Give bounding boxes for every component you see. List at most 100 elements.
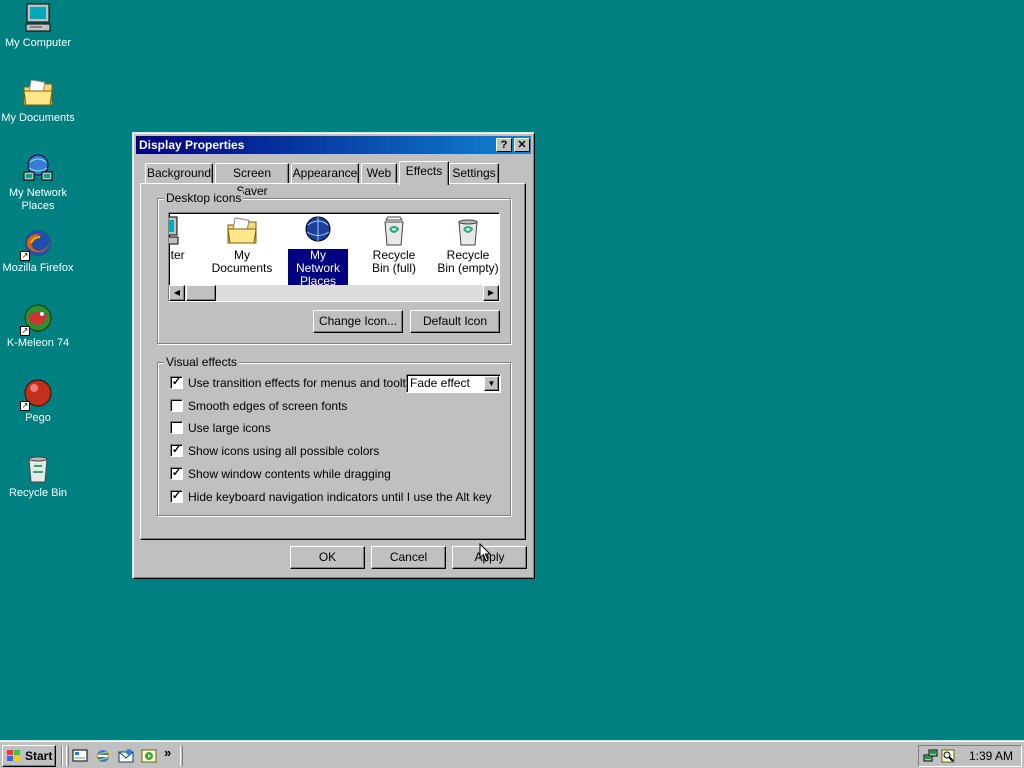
chevron-down-icon: ▼: [487, 379, 496, 388]
option-all-colors[interactable]: ✓ Show icons using all possible colors: [170, 443, 410, 459]
list-item-label: Recycle Bin (full): [371, 248, 416, 275]
title-bar[interactable]: Display Properties ? ✕: [136, 136, 531, 154]
outlook-express-icon[interactable]: [118, 748, 134, 764]
desktop-icon-mozilla-firefox[interactable]: ↗ Mozilla Firefox: [0, 227, 76, 275]
quicklaunch-overflow-button[interactable]: »: [164, 746, 176, 764]
group-title: Visual effects: [164, 355, 239, 369]
mouse-pointer-icon: [479, 543, 492, 562]
recycle-bin-empty-icon: [452, 215, 484, 247]
scroll-right-button[interactable]: ▶: [483, 285, 499, 301]
desktop-icons-list[interactable]: mputer My Documents My Network Places: [168, 212, 500, 302]
option-window-contents-dragging[interactable]: ✓ Show window contents while dragging: [170, 466, 410, 482]
option-label: Smooth edges of screen fonts: [188, 399, 348, 413]
close-icon: ✕: [517, 139, 527, 151]
tab-background[interactable]: Background: [145, 163, 213, 183]
shortcut-arrow-icon: ↗: [20, 401, 30, 411]
list-item-my-documents[interactable]: My Documents: [205, 215, 279, 275]
desktop-icon-label: Pego: [25, 412, 51, 424]
tab-label: Web: [366, 166, 392, 180]
windows-media-icon[interactable]: [141, 748, 157, 764]
button-label: OK: [318, 550, 337, 564]
all-colors-checkbox[interactable]: ✓: [170, 444, 183, 457]
default-icon-button[interactable]: Default Icon: [410, 310, 500, 333]
desktop-icon-pego[interactable]: ↗ Pego: [0, 377, 76, 425]
option-transition-effects[interactable]: ✓ Use transition effects for menus and t…: [170, 375, 421, 391]
list-item-label: mputer: [169, 248, 185, 262]
select-value: Fade effect: [410, 376, 470, 390]
arrow-left-icon: ◀: [173, 288, 181, 297]
window-contents-dragging-checkbox[interactable]: ✓: [170, 467, 183, 480]
list-item-my-computer[interactable]: mputer: [169, 215, 203, 262]
desktop-icon-my-computer[interactable]: My Computer: [0, 2, 76, 50]
tab-label: Background: [146, 166, 212, 180]
visual-effects-group: Visual effects ✓ Use transition effects …: [157, 355, 511, 516]
tab-screen-saver[interactable]: Screen Saver: [215, 163, 289, 198]
chevron-right-icon: »: [164, 745, 172, 760]
tab-label: Effects: [405, 164, 443, 178]
hide-keyboard-indicators-checkbox[interactable]: ✓: [170, 490, 183, 503]
close-button[interactable]: ✕: [514, 138, 530, 152]
help-button[interactable]: ?: [496, 138, 512, 152]
tab-effects[interactable]: Effects: [399, 161, 449, 185]
network-tray-icon[interactable]: [923, 748, 939, 764]
desktop-icons-group: Desktop icons mputer My Documents: [157, 191, 511, 344]
option-label: Show icons using all possible colors: [188, 444, 380, 458]
help-icon: ?: [500, 139, 508, 151]
start-button[interactable]: Start: [2, 745, 56, 767]
effects-panel: Desktop icons mputer My Documents: [140, 183, 526, 540]
recycle-bin-full-icon: [378, 215, 410, 247]
folder-icon: [22, 77, 54, 109]
option-label: Hide keyboard navigation indicators unti…: [188, 490, 492, 504]
computer-icon: [169, 215, 182, 247]
windows-logo-icon: [7, 750, 20, 761]
group-title: Desktop icons: [164, 191, 244, 205]
smooth-edges-checkbox[interactable]: [170, 399, 183, 412]
scroll-thumb[interactable]: [186, 285, 216, 301]
option-large-icons[interactable]: Use large icons: [170, 420, 410, 436]
show-desktop-icon[interactable]: [72, 748, 88, 764]
network-icon: [302, 215, 334, 247]
desktop-icon-recycle-bin[interactable]: Recycle Bin: [0, 452, 76, 500]
option-smooth-edges[interactable]: Smooth edges of screen fonts: [170, 398, 410, 414]
clock[interactable]: 1:39 AM: [969, 749, 1013, 764]
taskbar-separator: [61, 746, 63, 766]
desktop-icon-label: Recycle Bin: [8, 487, 68, 499]
pego-icon: ↗: [20, 377, 54, 411]
computer-icon: [22, 2, 54, 34]
button-label: Change Icon...: [318, 314, 398, 328]
list-item-my-network-places[interactable]: My Network Places: [281, 215, 355, 289]
taskbar-separator: [180, 746, 183, 766]
option-label: Use transition effects for menus and too…: [188, 376, 422, 390]
tab-settings[interactable]: Settings: [449, 163, 499, 183]
desktop-icon-label: Mozilla Firefox: [2, 262, 74, 274]
button-label: Cancel: [389, 550, 428, 564]
ok-button[interactable]: OK: [290, 546, 365, 569]
transition-effects-checkbox[interactable]: ✓: [170, 376, 183, 389]
tab-appearance[interactable]: Appearance: [291, 163, 359, 183]
desktop-icon-k-meleon[interactable]: ↗ K-Meleon 74: [0, 302, 76, 350]
change-icon-button[interactable]: Change Icon...: [313, 310, 403, 333]
internet-explorer-icon[interactable]: [95, 748, 111, 764]
option-hide-keyboard-indicators[interactable]: ✓ Hide keyboard navigation indicators un…: [170, 489, 492, 505]
list-item-label: My Documents: [211, 248, 273, 275]
display-properties-window: Display Properties ? ✕ Background Screen…: [132, 132, 535, 579]
desktop-icon-my-documents[interactable]: My Documents: [0, 77, 76, 125]
list-item-recycle-bin-empty[interactable]: Recycle Bin (empty): [431, 215, 499, 275]
tab-web[interactable]: Web: [361, 163, 397, 183]
list-item-recycle-bin-full[interactable]: Recycle Bin (full): [357, 215, 431, 275]
shortcut-arrow-icon: ↗: [20, 326, 30, 336]
network-icon: [22, 152, 54, 184]
arrow-right-icon: ▶: [487, 288, 495, 297]
start-label: Start: [25, 749, 53, 763]
desktop-icon-my-network-places[interactable]: My Network Places: [0, 152, 76, 213]
quicklaunch-grip[interactable]: [66, 746, 69, 766]
large-icons-checkbox[interactable]: [170, 421, 183, 434]
transition-effect-select[interactable]: Fade effect ▼: [406, 374, 501, 393]
horizontal-scrollbar[interactable]: ◀ ▶: [169, 285, 499, 301]
shortcut-arrow-icon: ↗: [20, 251, 30, 261]
dropdown-button[interactable]: ▼: [484, 376, 499, 391]
scroll-left-button[interactable]: ◀: [169, 285, 185, 301]
tray-app-icon[interactable]: [940, 748, 956, 764]
tab-label: Appearance: [292, 166, 358, 180]
cancel-button[interactable]: Cancel: [371, 546, 446, 569]
